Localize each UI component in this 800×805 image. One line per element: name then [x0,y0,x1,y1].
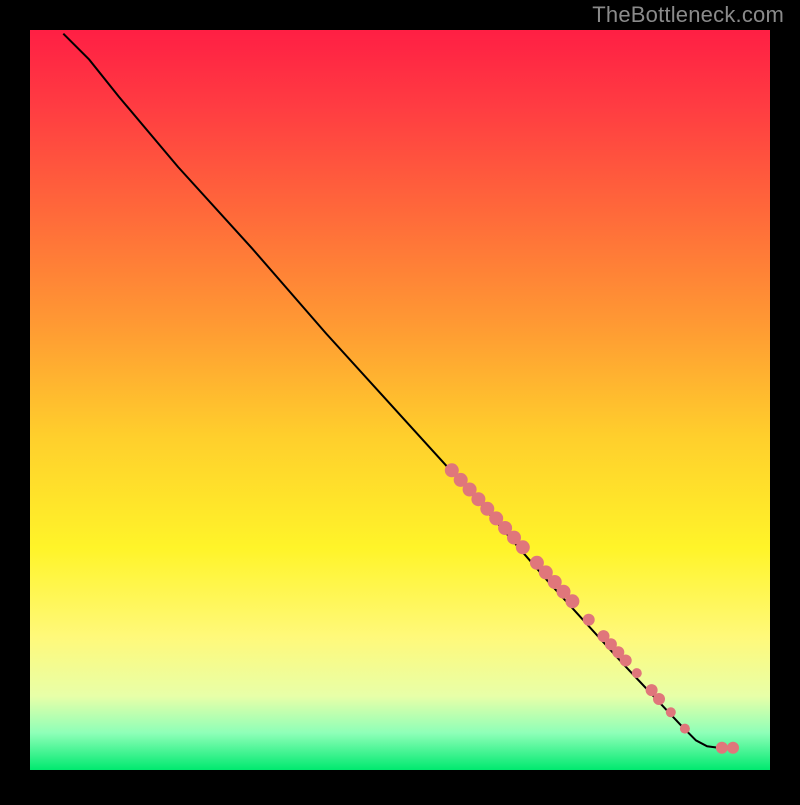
chart-marker [716,742,728,754]
chart-marker [632,668,642,678]
chart-marker [653,693,665,705]
chart-marker [680,724,690,734]
chart-svg [0,0,800,800]
chart-marker [516,540,530,554]
plot-background [30,30,770,770]
chart-marker [727,742,739,754]
chart-marker [620,655,632,667]
chart-marker [583,614,595,626]
chart-marker [565,594,579,608]
chart-frame: TheBottleneck.com [0,0,800,800]
chart-marker [666,707,676,717]
watermark-label: TheBottleneck.com [592,2,784,28]
